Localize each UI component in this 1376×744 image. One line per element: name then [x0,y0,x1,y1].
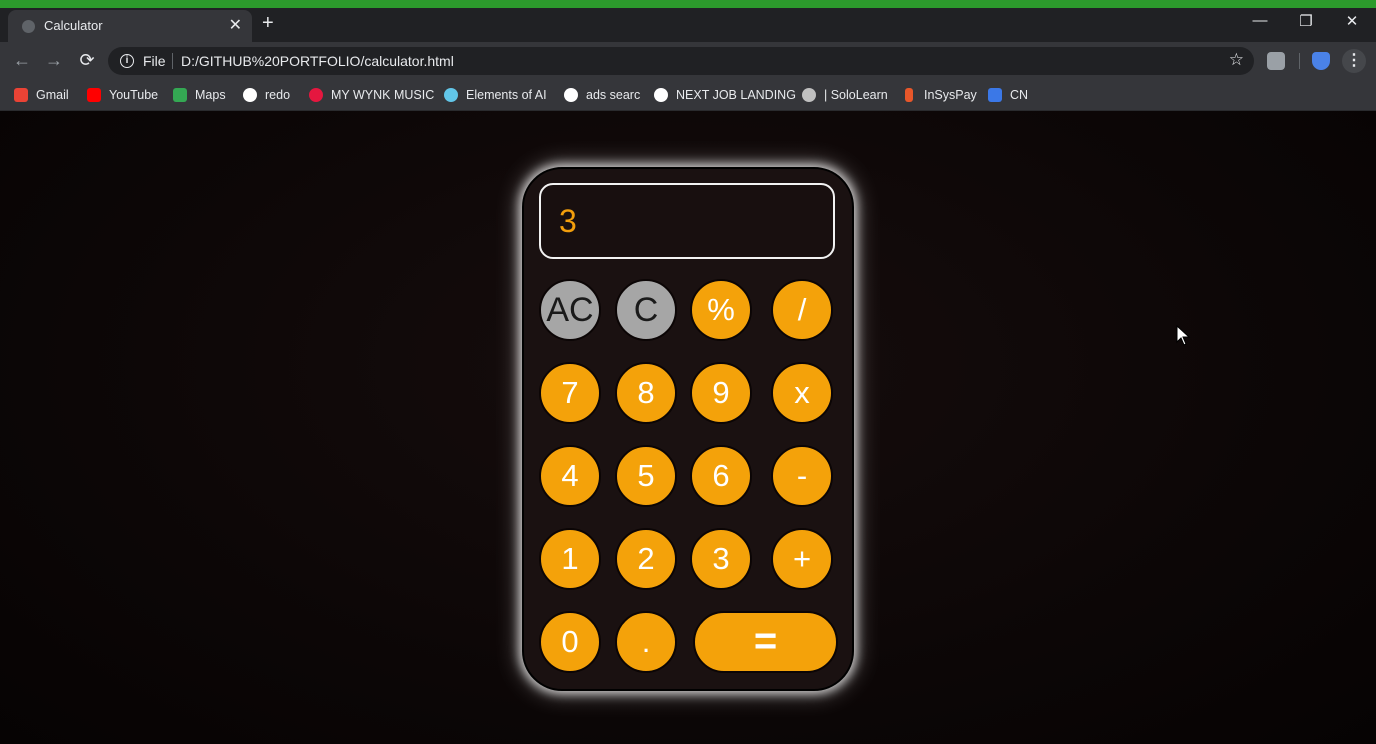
restore-button[interactable]: ❐ [1288,12,1324,30]
browser-toolbar: ← → ⟳ i File D:/GITHUB%20PORTFOLIO/calcu… [0,42,1376,80]
sololearn-icon [802,88,816,102]
close-tab-icon[interactable]: ✕ [229,15,242,35]
shield-icon[interactable] [1312,52,1330,70]
google-icon [654,88,668,102]
decimal-button[interactable]: . [615,611,677,673]
url-text[interactable]: D:/GITHUB%20PORTFOLIO/calculator.html [181,53,454,69]
bookmark-elements-of-ai[interactable]: Elements of AI [444,85,547,105]
multiply-button[interactable]: x [771,362,833,424]
bookmark-star-icon[interactable]: ☆ [1229,50,1244,70]
clear-button[interactable]: C [615,279,677,341]
tab-strip: Calculator ✕ + — ❐ ✕ [0,8,1376,42]
bookmark-label: | SoloLearn [824,88,888,102]
gmail-icon [14,88,28,102]
bookmark-ads-searc[interactable]: ads searc [564,85,640,105]
bookmark-redo[interactable]: redo [243,85,290,105]
eight-button[interactable]: 8 [615,362,677,424]
toolbar-separator [1299,53,1300,69]
equals-button[interactable]: = [693,611,838,673]
plus-button[interactable]: + [771,528,833,590]
page-viewport: 3 AC C % / 7 8 9 x 4 5 6 - 1 2 3 + 0 . = [0,111,1376,744]
zero-button[interactable]: 0 [539,611,601,673]
bookmark-label: Elements of AI [466,88,547,102]
tab-title: Calculator [44,18,103,33]
three-button[interactable]: 3 [690,528,752,590]
bookmark-label: MY WYNK MUSIC [331,88,435,102]
menu-icon[interactable]: ⋮ [1342,49,1366,73]
bookmark-youtube[interactable]: YouTube [87,85,158,105]
bookmark-sololearn[interactable]: | SoloLearn [802,85,888,105]
scheme-label: File [143,53,166,69]
minimize-button[interactable]: — [1242,12,1278,29]
extension-icon[interactable] [1267,52,1285,70]
google-icon [243,88,257,102]
bookmark-cn[interactable]: CN [988,85,1028,105]
bookmark-label: Gmail [36,88,69,102]
close-window-button[interactable]: ✕ [1334,12,1370,30]
bookmark-gmail[interactable]: Gmail [14,85,69,105]
wynk-icon [309,88,323,102]
maps-icon [173,88,187,102]
six-button[interactable]: 6 [690,445,752,507]
nine-button[interactable]: 9 [690,362,752,424]
new-tab-button[interactable]: + [262,12,274,35]
five-button[interactable]: 5 [615,445,677,507]
bookmark-label: redo [265,88,291,102]
calculator: 3 AC C % / 7 8 9 x 4 5 6 - 1 2 3 + 0 . = [522,167,854,691]
reload-icon[interactable]: ⟳ [75,50,99,71]
bookmark-label: NEXT JOB LANDING [676,88,796,102]
one-button[interactable]: 1 [539,528,601,590]
bookmark-label: InSysPay [924,88,977,102]
address-bar[interactable]: i File D:/GITHUB%20PORTFOLIO/calculator.… [108,47,1254,75]
minus-button[interactable]: - [771,445,833,507]
google-icon [564,88,578,102]
bookmark-insyspay[interactable]: InSysPay [902,85,977,105]
bookmark-wynk[interactable]: MY WYNK MUSIC [309,85,434,105]
display-value: 3 [559,203,577,239]
four-button[interactable]: 4 [539,445,601,507]
percent-button[interactable]: % [690,279,752,341]
forward-icon[interactable]: → [42,50,66,71]
back-icon[interactable]: ← [10,50,34,71]
insyspay-icon [905,88,913,102]
bookmark-maps[interactable]: Maps [173,85,226,105]
divide-button[interactable]: / [771,279,833,341]
bookmarks-bar: Gmail YouTube Maps redo MY WYNK MUSIC El… [0,80,1376,111]
info-icon[interactable]: i [120,54,134,68]
bookmark-label: Maps [195,88,226,102]
calculator-display: 3 [539,183,835,259]
bookmark-label: ads searc [586,88,641,102]
cn-icon [988,88,1002,102]
two-button[interactable]: 2 [615,528,677,590]
tab-calculator[interactable]: Calculator ✕ [8,10,252,42]
elements-ai-icon [444,88,458,102]
seven-button[interactable]: 7 [539,362,601,424]
mouse-cursor-icon [1176,325,1191,346]
clear-all-button[interactable]: AC [539,279,601,341]
bookmark-next-job-landing[interactable]: NEXT JOB LANDING [654,85,796,105]
address-separator [172,53,173,69]
bookmark-label: CN [1010,88,1029,102]
browser-accent-bar [0,0,1376,8]
bookmark-label: YouTube [109,88,159,102]
globe-icon [22,20,35,33]
youtube-icon [87,88,101,102]
